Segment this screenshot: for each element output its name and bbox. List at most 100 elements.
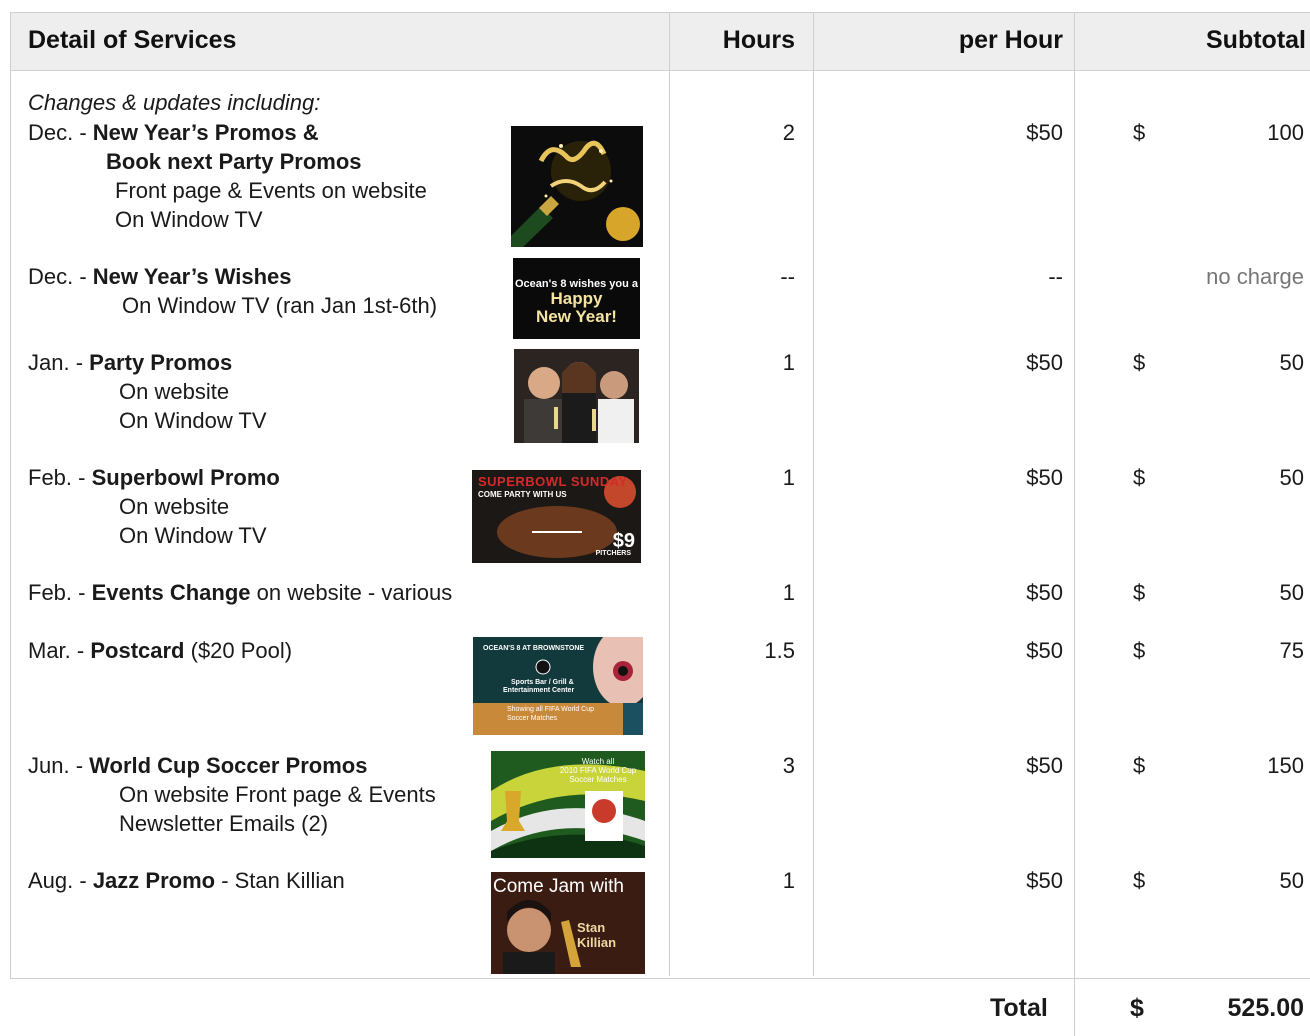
thumb-caption: Happy bbox=[550, 289, 603, 308]
service-item: Jan. - Party Promos On website On Window… bbox=[28, 348, 267, 435]
currency-symbol: $ bbox=[1133, 753, 1146, 778]
service-month: Aug. - bbox=[28, 868, 93, 893]
header-subtotal: Subtotal bbox=[1206, 26, 1306, 54]
rate-value: $50 bbox=[1026, 465, 1063, 490]
service-item: Dec. - New Year’s Promos & Book next Par… bbox=[28, 118, 427, 234]
thumb-caption: PITCHERS bbox=[595, 550, 631, 557]
service-title: Jazz Promo bbox=[92, 868, 216, 893]
service-item: Aug. - Jazz Promo - Stan Killian bbox=[28, 866, 345, 895]
total-label: Total bbox=[990, 994, 1048, 1022]
rate-value: -- bbox=[1048, 264, 1063, 289]
service-title: Events Change bbox=[91, 580, 251, 605]
service-title: Postcard bbox=[90, 638, 185, 663]
hours-value: 3 bbox=[782, 753, 795, 778]
hours-value: -- bbox=[780, 264, 795, 289]
column-divider bbox=[1074, 13, 1075, 1036]
service-detail: On Window TV bbox=[119, 408, 267, 433]
hours-value: 2 bbox=[782, 120, 795, 145]
currency-symbol: $ bbox=[1133, 638, 1146, 663]
service-month: Jun. - bbox=[28, 753, 90, 778]
jazz-promo-image: Come Jam with Stan Killian bbox=[491, 872, 645, 974]
column-divider bbox=[813, 13, 814, 976]
service-title: Superbowl Promo bbox=[91, 465, 280, 490]
service-title: Book next Party Promos bbox=[106, 149, 362, 174]
subtotal-value: 50 bbox=[1279, 465, 1304, 490]
service-month: Dec. - bbox=[28, 264, 93, 289]
total-value: 525.00 bbox=[1227, 994, 1304, 1022]
service-detail: - Stan Killian bbox=[215, 868, 345, 893]
service-detail: On Window TV bbox=[115, 207, 263, 232]
service-title: World Cup Soccer Promos bbox=[89, 753, 368, 778]
service-title: New Year’s Promos & bbox=[92, 120, 319, 145]
service-detail: ($20 Pool) bbox=[184, 638, 293, 663]
thumb-caption: Soccer Matches bbox=[569, 775, 627, 784]
service-detail: On website Front page & Events bbox=[119, 782, 436, 807]
subtotal-value: 150 bbox=[1267, 753, 1304, 778]
subtotal-value: 75 bbox=[1279, 638, 1304, 663]
service-month: Feb. - bbox=[28, 580, 92, 605]
service-detail: on website - various bbox=[250, 580, 453, 605]
rate-value: $50 bbox=[1026, 580, 1063, 605]
thumb-caption: Come Jam with bbox=[493, 876, 624, 897]
rate-value: $50 bbox=[1026, 120, 1063, 145]
party-promo-image bbox=[514, 349, 639, 443]
new-year-wishes-image: Ocean's 8 wishes you a Happy New Year! bbox=[513, 258, 640, 339]
service-detail: Newsletter Emails (2) bbox=[119, 811, 329, 836]
hours-value: 1 bbox=[782, 350, 795, 375]
thumb-caption: New Year! bbox=[536, 307, 617, 326]
postcard-image: OCEAN'S 8 AT BROWNSTONE Sports Bar / Gri… bbox=[473, 637, 643, 735]
total-currency: $ bbox=[1130, 994, 1144, 1022]
service-item: Jun. - World Cup Soccer Promos On websit… bbox=[28, 751, 436, 838]
thumb-caption: Showing all FIFA World Cup bbox=[507, 706, 595, 713]
service-detail: On website bbox=[119, 494, 230, 519]
currency-symbol: $ bbox=[1133, 350, 1146, 375]
hours-value: 1.5 bbox=[764, 638, 795, 663]
thumb-caption: Sports Bar / Grill & bbox=[511, 679, 574, 686]
service-title: New Year’s Wishes bbox=[92, 264, 292, 289]
subtotal-value: no charge bbox=[1206, 264, 1304, 289]
thumb-caption: Soccer Matches bbox=[507, 715, 558, 722]
column-divider bbox=[669, 13, 670, 976]
service-detail: On website bbox=[119, 379, 230, 404]
service-detail: On Window TV (ran Jan 1st-6th) bbox=[122, 293, 438, 318]
thumb-caption: Stan Killian bbox=[577, 920, 617, 950]
subtotal-value: 50 bbox=[1279, 580, 1304, 605]
rate-value: $50 bbox=[1026, 868, 1063, 893]
service-item: Feb. - Events Change on website - variou… bbox=[28, 578, 452, 607]
service-month: Jan. - bbox=[28, 350, 90, 375]
thumb-caption: COME PARTY WITH US bbox=[478, 490, 567, 499]
thumb-caption: 2010 FIFA World Cup bbox=[559, 766, 637, 775]
service-item: Feb. - Superbowl Promo On website On Win… bbox=[28, 463, 280, 550]
currency-symbol: $ bbox=[1133, 868, 1146, 893]
hours-value: 1 bbox=[782, 465, 795, 490]
service-detail: On Window TV bbox=[119, 523, 267, 548]
thumb-caption: Entertainment Center bbox=[503, 687, 575, 694]
rate-value: $50 bbox=[1026, 753, 1063, 778]
subtotal-value: 50 bbox=[1279, 868, 1304, 893]
subtotal-value: 50 bbox=[1279, 350, 1304, 375]
header-hours: Hours bbox=[722, 26, 795, 54]
header-services: Detail of Services bbox=[28, 26, 237, 54]
service-month: Feb. - bbox=[28, 465, 92, 490]
service-month: Mar. - bbox=[28, 638, 91, 663]
service-detail: Front page & Events on website bbox=[115, 178, 427, 203]
service-item: Mar. - Postcard ($20 Pool) bbox=[28, 636, 292, 665]
currency-symbol: $ bbox=[1133, 465, 1146, 490]
new-year-promo-image bbox=[511, 126, 643, 247]
header-per-hour: per Hour bbox=[958, 26, 1063, 54]
subtotal-value: 100 bbox=[1267, 120, 1304, 145]
thumb-caption: SUPERBOWL SUNDAY bbox=[478, 474, 628, 489]
currency-symbol: $ bbox=[1133, 580, 1146, 605]
thumb-caption: Watch all bbox=[581, 757, 615, 766]
hours-value: 1 bbox=[782, 580, 795, 605]
currency-symbol: $ bbox=[1133, 120, 1146, 145]
rate-value: $50 bbox=[1026, 350, 1063, 375]
service-item: Dec. - New Year’s Wishes On Window TV (r… bbox=[28, 262, 437, 320]
superbowl-promo-image: SUPERBOWL SUNDAY COME PARTY WITH US $9 P… bbox=[472, 470, 641, 563]
intro-text: Changes & updates including: bbox=[28, 90, 321, 115]
rate-value: $50 bbox=[1026, 638, 1063, 663]
thumb-caption: OCEAN'S 8 AT BROWNSTONE bbox=[483, 645, 585, 652]
service-title: Party Promos bbox=[89, 350, 233, 375]
world-cup-promo-image: Watch all 2010 FIFA World Cup Soccer Mat… bbox=[491, 751, 645, 858]
hours-value: 1 bbox=[782, 868, 795, 893]
